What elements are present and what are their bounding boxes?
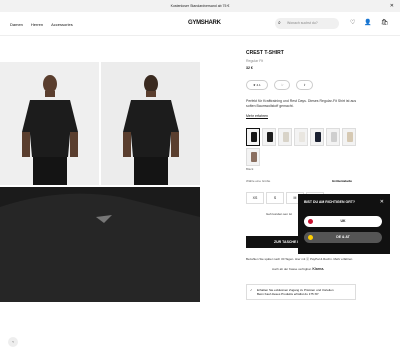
rating-value: 4.1 [256, 83, 261, 87]
check-icon: ✓ [250, 288, 253, 292]
share-icon: ⇪ [303, 83, 306, 87]
product-gallery: ‹ [0, 62, 200, 347]
klarna-text: Auch ab der Kasse verfügbar. [272, 267, 312, 271]
swatch-2[interactable] [262, 128, 276, 146]
region-option-de-at[interactable]: DE & AT [304, 232, 382, 243]
swatch-shirt [315, 132, 321, 142]
swatch-7[interactable] [342, 128, 356, 146]
heart-icon: ♡ [280, 83, 284, 87]
product-fit: Regular Fit [246, 59, 264, 63]
swatch-3[interactable] [278, 128, 292, 146]
swatch-shirt [283, 132, 289, 142]
product-image-detail[interactable] [0, 187, 200, 302]
product-image-back[interactable] [101, 62, 200, 185]
membership-banner[interactable]: ✓ Erhalten Sie exklusiven Zugang zu Präm… [246, 284, 356, 300]
swatch-shirt [299, 132, 305, 142]
logo[interactable]: GYMSHARK [188, 20, 221, 26]
paypal-note: Bezahlen Sie später nach 30 Tagen. Hier … [246, 257, 353, 261]
product-actions: ★ 4.1 ♡ ⇪ [246, 80, 313, 90]
swatch-shirt [251, 152, 257, 162]
modal-question: BIST DU AM RICHTIGEN ORT? [304, 200, 356, 204]
swatch-8[interactable] [246, 148, 260, 166]
product-title: CREST T-SHIRT [246, 50, 284, 56]
size-header: Wähle eine Größe Größentabelle [246, 179, 352, 183]
size-s[interactable]: S [266, 192, 284, 204]
swatch-black[interactable] [246, 128, 260, 146]
bag-icon[interactable]: 🛍 [381, 19, 389, 26]
swatch-5[interactable] [310, 128, 324, 146]
gallery-prev-button[interactable]: ‹ [8, 337, 18, 347]
size-guide-link[interactable]: Größentabelle [332, 179, 352, 183]
nav-item-damen[interactable]: Damen [10, 22, 23, 27]
klarna-note: Auch ab der Kasse verfügbar. Klarna. [272, 267, 324, 271]
close-icon[interactable]: ✕ [380, 199, 384, 205]
region-label: DE & AT [336, 235, 350, 239]
region-option-uk[interactable]: UK [304, 216, 382, 227]
promo-text: Kostenloser Standardversand ab 75 € [170, 4, 230, 8]
search-placeholder: Wonach suchst du? [287, 21, 318, 25]
region-label: UK [340, 219, 346, 223]
member-sub: Beim Kauf dieses Produkts erhältst du 17… [257, 292, 319, 296]
product-description: Perfekt für Krafttraining und Rest Days.… [246, 99, 357, 108]
stock-note: Geh kunden sen ist [266, 212, 292, 216]
account-icon[interactable]: 👤 [364, 19, 371, 26]
swatch-6[interactable] [326, 128, 340, 146]
color-swatches [246, 128, 372, 166]
nav-item-accessories[interactable]: Accessories [51, 22, 73, 27]
swatch-shirt [267, 132, 273, 142]
more-link[interactable]: Mehr erfahren [246, 114, 268, 118]
uk-flag-icon [308, 219, 313, 224]
size-hint: Wähle eine Größe [246, 179, 271, 183]
close-icon[interactable]: ✕ [390, 0, 394, 12]
main-nav: Damen Herren Accessories [10, 22, 73, 27]
wishlist-button[interactable]: ♡ [273, 80, 291, 90]
header: Damen Herren Accessories GYMSHARK ⌕ Wona… [0, 12, 400, 36]
de-flag-icon [308, 235, 313, 240]
promo-banner: Kostenloser Standardversand ab 75 € ✕ [0, 0, 400, 12]
size-xs[interactable]: XS [246, 192, 264, 204]
nav-item-herren[interactable]: Herren [31, 22, 43, 27]
color-name: Black [246, 167, 254, 171]
swatch-shirt [331, 132, 337, 142]
wishlist-icon[interactable]: ♡ [350, 19, 355, 26]
swatch-4[interactable] [294, 128, 308, 146]
rating-button[interactable]: ★ 4.1 [246, 80, 268, 90]
swatch-shirt [347, 132, 353, 142]
star-icon: ★ [253, 83, 256, 87]
search-icon: ⌕ [278, 20, 281, 26]
klarna-logo: Klarna. [312, 267, 325, 271]
swatch-shirt [251, 132, 257, 142]
product-image-front[interactable] [0, 62, 99, 185]
region-modal: BIST DU AM RICHTIGEN ORT? ✕ UK DE & AT [298, 194, 390, 254]
product-price: 32 € [246, 66, 253, 70]
share-button[interactable]: ⇪ [296, 80, 313, 90]
header-icons: ♡ 👤 🛍 [350, 19, 389, 26]
search-input[interactable]: ⌕ Wonach suchst du? [275, 18, 339, 29]
